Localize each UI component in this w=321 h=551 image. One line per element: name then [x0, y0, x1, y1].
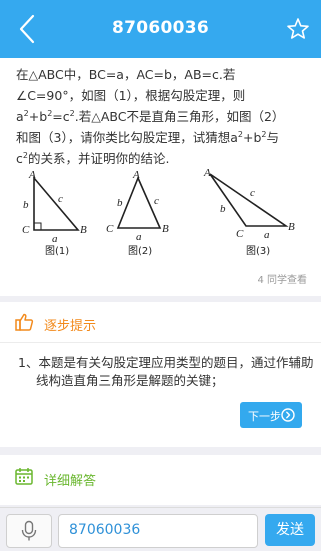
- figure-caption: 图(1): [45, 245, 69, 257]
- microphone-icon: [21, 520, 37, 541]
- calendar-icon: [14, 466, 34, 486]
- triangle-figures: A C B b c a 图(1) A C B b c a 图(2) A C B …: [22, 168, 295, 257]
- question-text: 在△ABC中，BC=a，AC=b，AB=c.若 ∠C=90°，如图（1），根据勾…: [16, 64, 308, 169]
- vertex-label: A: [132, 169, 140, 181]
- vertex-label: A: [28, 169, 36, 181]
- hint-header[interactable]: 逐步提示: [0, 302, 321, 343]
- math-var: +b: [242, 130, 262, 145]
- hint-card: 逐步提示 1、本题是有关勾股定理应用类型的题目，通过作辅助线构造直角三角形是解题…: [0, 302, 321, 447]
- question-line: 与: [266, 130, 279, 145]
- math-var: +b: [28, 109, 48, 124]
- next-step-button[interactable]: 下一步: [240, 402, 302, 428]
- question-line: ∠C=90°，如图（1），根据勾股定理，则: [16, 88, 246, 103]
- side-label: b: [23, 199, 29, 211]
- figure-caption: 图(2): [128, 245, 152, 257]
- side-label: a: [264, 229, 270, 241]
- detail-title: 详细解答: [44, 474, 97, 489]
- figure-2: A C B b c a 图(2): [106, 169, 169, 257]
- chevron-right-circle-icon: [281, 408, 295, 422]
- question-line: 的关系，并证明你的结论.: [27, 151, 170, 166]
- thumbs-up-icon: [14, 312, 34, 332]
- back-arrow-icon[interactable]: [14, 13, 42, 45]
- star-icon[interactable]: [285, 16, 311, 42]
- math-var: c: [16, 151, 23, 166]
- top-bar: 87060036: [0, 0, 321, 58]
- side-label: c: [154, 195, 159, 207]
- figure-3: A C B b c a 图(3): [203, 168, 295, 257]
- voice-button[interactable]: [6, 514, 52, 548]
- message-input-box[interactable]: [58, 514, 258, 548]
- hint-text: 1、本题是有关勾股定理应用类型的题目，通过作辅助线构造直角三角形是解题的关键；: [18, 355, 314, 388]
- side-label: b: [117, 197, 123, 209]
- side-label: b: [220, 203, 226, 215]
- input-bar: 发送: [0, 507, 321, 551]
- vertex-label: B: [162, 223, 169, 235]
- question-card: 在△ABC中，BC=a，AC=b，AB=c.若 ∠C=90°，如图（1），根据勾…: [0, 58, 321, 296]
- page-title: 87060036: [111, 18, 210, 38]
- vertex-label: B: [80, 224, 87, 236]
- vertex-label: C: [236, 228, 244, 240]
- vertex-label: B: [288, 221, 295, 233]
- math-var: =c: [52, 109, 70, 124]
- vertex-label: A: [203, 168, 211, 179]
- next-step-label: 下一步: [248, 410, 281, 423]
- figure-caption: 图(3): [246, 245, 270, 257]
- viewer-count: 4 同学查看: [257, 275, 307, 286]
- detail-card[interactable]: 详细解答: [0, 455, 321, 505]
- math-var: a: [16, 109, 24, 124]
- vertex-label: C: [22, 224, 30, 236]
- figure-1: A C B b c a 图(1): [22, 169, 87, 257]
- send-button[interactable]: 发送: [265, 514, 315, 546]
- hint-title: 逐步提示: [44, 319, 97, 334]
- question-line: 和图（3），请你类比勾股定理，试猜想a: [16, 130, 238, 145]
- side-label: c: [58, 193, 63, 205]
- question-line: .若△ABC不是直角三角形，如图（2）: [74, 109, 285, 124]
- message-input[interactable]: [67, 521, 251, 539]
- side-label: a: [136, 231, 142, 243]
- side-label: a: [52, 233, 58, 245]
- side-label: c: [250, 187, 255, 199]
- question-line: 在△ABC中，BC=a，AC=b，AB=c.若: [16, 67, 236, 82]
- vertex-label: C: [106, 223, 114, 235]
